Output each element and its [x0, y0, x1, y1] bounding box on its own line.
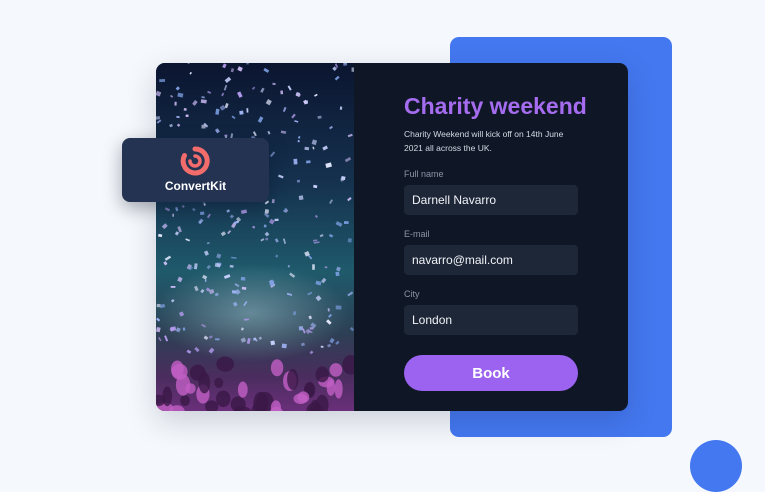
booking-card: Charity weekend Charity Weekend will kic…	[156, 63, 628, 411]
email-label: E-mail	[404, 229, 578, 239]
full-name-label: Full name	[404, 169, 578, 179]
floating-action-button[interactable]	[690, 440, 742, 492]
convertkit-badge: ConvertKit	[122, 138, 269, 202]
concert-confetti-photo	[156, 63, 354, 411]
email-field[interactable]	[404, 245, 578, 275]
form-description: Charity Weekend will kick off on 14th Ju…	[404, 127, 580, 155]
full-name-field[interactable]	[404, 185, 578, 215]
convertkit-logo-icon	[178, 146, 212, 176]
book-button[interactable]: Book	[404, 355, 578, 391]
booking-form: Charity weekend Charity Weekend will kic…	[404, 93, 578, 391]
city-field[interactable]	[404, 305, 578, 335]
form-title: Charity weekend	[404, 93, 578, 119]
confetti-illustration	[156, 63, 354, 411]
city-label: City	[404, 289, 578, 299]
brand-name: ConvertKit	[122, 179, 269, 193]
